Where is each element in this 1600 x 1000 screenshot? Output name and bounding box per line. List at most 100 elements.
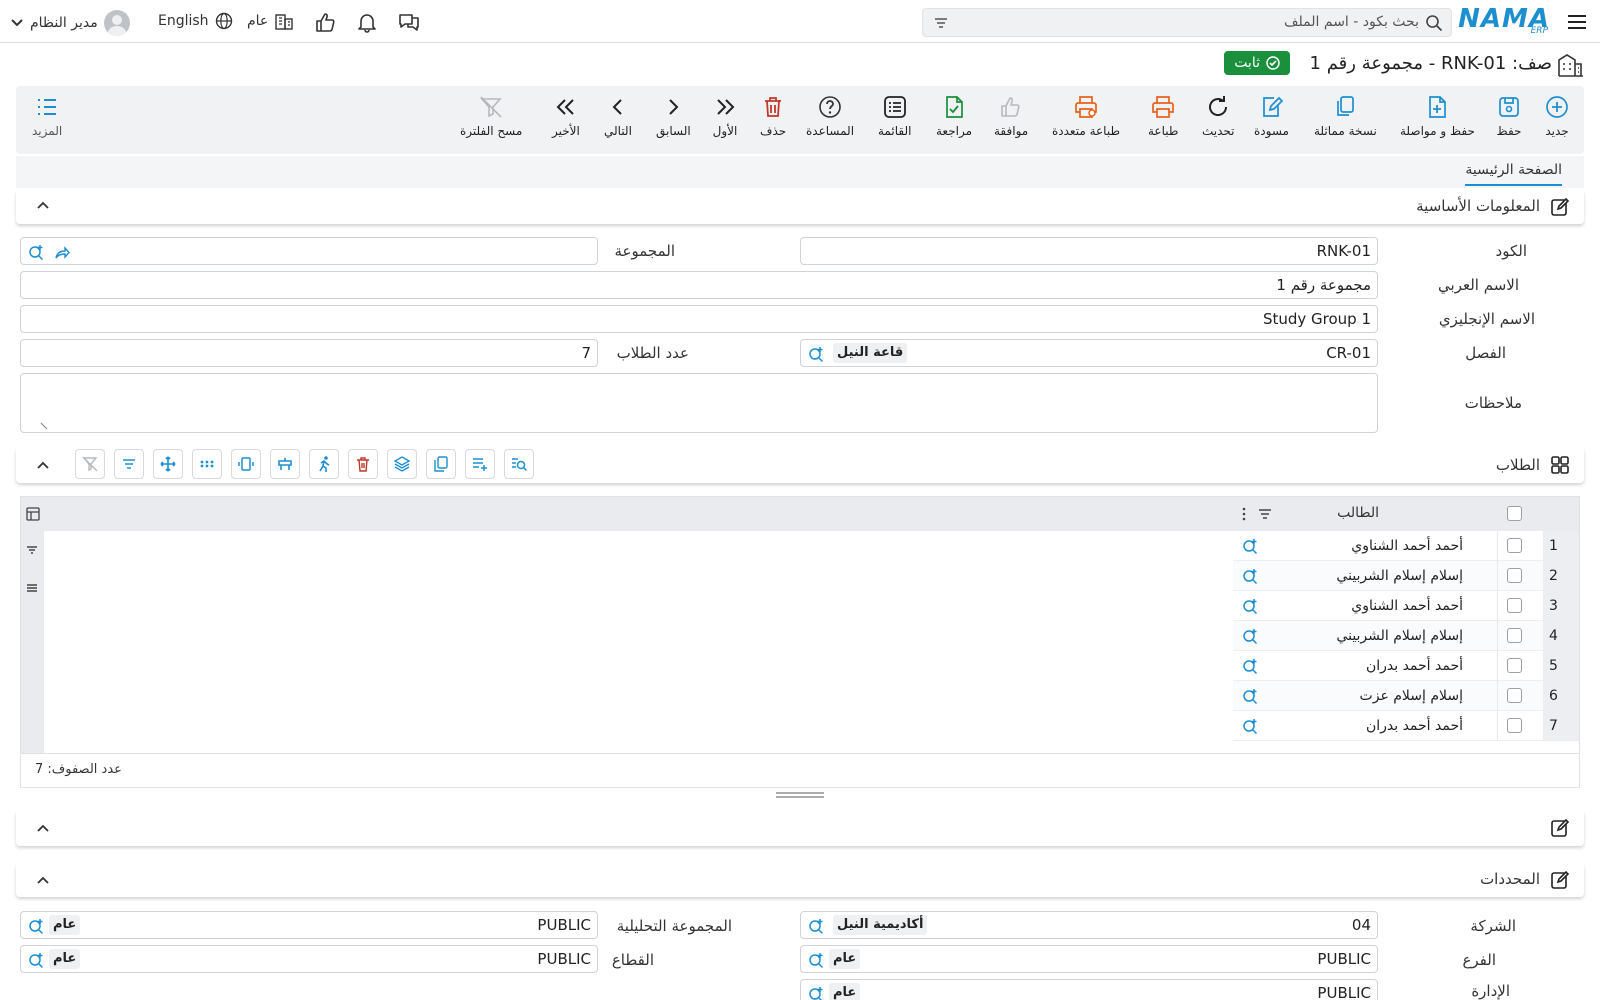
new-button[interactable]: جديد: [1544, 94, 1570, 138]
search-input[interactable]: بحث بكود - اسم الملف: [1284, 14, 1419, 30]
resize-handle-icon[interactable]: [39, 421, 49, 431]
hamburger-menu-icon[interactable]: [1566, 12, 1588, 36]
chevron-up-icon[interactable]: [36, 458, 50, 472]
search-plus-icon[interactable]: [1241, 687, 1259, 705]
row-checkbox[interactable]: [1507, 568, 1522, 583]
first-button[interactable]: الأول: [712, 94, 738, 138]
chat-icon[interactable]: [397, 11, 421, 37]
search-plus-icon[interactable]: [807, 345, 825, 363]
search-plus-icon[interactable]: [807, 951, 825, 969]
table-row[interactable]: إسلام إسلام عزت: [1233, 681, 1579, 711]
column-menu-icon[interactable]: [1241, 506, 1247, 522]
students-count-field[interactable]: 7: [20, 339, 598, 367]
copy-row-button[interactable]: [426, 449, 456, 479]
save-continue-button[interactable]: حفظ و مواصلة: [1400, 94, 1475, 138]
search-plus-icon[interactable]: [1241, 717, 1259, 735]
more-button[interactable]: المزيد: [32, 94, 62, 138]
fit-columns-button[interactable]: [231, 449, 261, 479]
search-plus-icon[interactable]: [1241, 537, 1259, 555]
search-row-button[interactable]: [504, 449, 534, 479]
filter-icon[interactable]: [933, 15, 949, 31]
chevron-up-icon[interactable]: [36, 821, 50, 835]
review-button[interactable]: مراجعة: [936, 94, 972, 138]
code-field[interactable]: RNK-01: [800, 237, 1378, 265]
refresh-button[interactable]: تحديث: [1202, 94, 1235, 138]
select-all-checkbox[interactable]: [1507, 506, 1522, 521]
branch-switch[interactable]: عام: [247, 12, 294, 30]
search-plus-icon[interactable]: [1241, 657, 1259, 675]
table-row[interactable]: إسلام إسلام الشربيني: [1233, 621, 1579, 651]
branch-field[interactable]: PUBLIC عام: [800, 945, 1378, 973]
class-field[interactable]: CR-01 قاعة النيل: [800, 339, 1378, 367]
next-button[interactable]: التالي: [604, 94, 632, 138]
previous-button[interactable]: السابق: [656, 94, 691, 138]
table-settings-icon[interactable]: [25, 506, 41, 522]
dots-grid-button[interactable]: [192, 449, 222, 479]
notes-textarea[interactable]: [20, 373, 1378, 433]
table-row[interactable]: إسلام إسلام الشربيني: [1233, 561, 1579, 591]
freeze-button[interactable]: [270, 449, 300, 479]
basic-info-header[interactable]: المعلومات الأساسية: [16, 190, 1584, 224]
list-button[interactable]: القائمة: [878, 94, 911, 138]
search-plus-icon[interactable]: [807, 985, 825, 1000]
table-row[interactable]: أحمد أحمد الشناوي: [1233, 591, 1579, 621]
row-checkbox[interactable]: [1507, 598, 1522, 613]
multi-print-button[interactable]: طباعة متعددة: [1052, 94, 1120, 138]
menu-lines-icon[interactable]: [25, 581, 39, 595]
share-arrow-icon[interactable]: [53, 243, 71, 261]
language-switch[interactable]: English: [158, 12, 233, 30]
clear-filter-button[interactable]: مسح الفلترة: [460, 94, 522, 138]
row-checkbox[interactable]: [1507, 538, 1522, 553]
row-checkbox[interactable]: [1507, 718, 1522, 733]
search-plus-icon[interactable]: [27, 917, 45, 935]
save-button[interactable]: حفظ: [1496, 94, 1522, 138]
add-row-button[interactable]: [465, 449, 495, 479]
filter-grid-button[interactable]: [114, 449, 144, 479]
user-menu[interactable]: مدير النظام: [10, 10, 130, 36]
english-name-field[interactable]: Study Group 1: [20, 305, 1378, 333]
student-name: أحمد أحمد الشناوي: [1351, 598, 1463, 614]
arabic-name-field[interactable]: مجموعة رقم 1: [20, 271, 1378, 299]
refresh-label: تحديث: [1202, 124, 1235, 138]
delete-button[interactable]: حذف: [760, 94, 786, 138]
clear-filter-grid-button[interactable]: [75, 449, 105, 479]
layers-button[interactable]: [387, 449, 417, 479]
last-button[interactable]: الأخير: [552, 94, 580, 138]
search-plus-icon[interactable]: [27, 951, 45, 969]
delete-row-button[interactable]: [348, 449, 378, 479]
search-plus-icon[interactable]: [27, 243, 45, 261]
row-checkbox[interactable]: [1507, 688, 1522, 703]
filter-icon[interactable]: [25, 543, 39, 557]
table-row[interactable]: أحمد أحمد بدران: [1233, 711, 1579, 741]
row-checkbox[interactable]: [1507, 628, 1522, 643]
draft-button[interactable]: مسودة: [1254, 94, 1289, 138]
table-row[interactable]: أحمد أحمد الشناوي: [1233, 531, 1579, 561]
chevron-up-icon[interactable]: [36, 873, 50, 887]
sector-field[interactable]: PUBLIC عام: [20, 945, 598, 973]
company-field[interactable]: 04 أكاديمية النيل: [800, 911, 1378, 939]
untitled-section-header[interactable]: [16, 810, 1584, 846]
search-plus-icon[interactable]: [807, 917, 825, 935]
column-filter-icon[interactable]: [1257, 506, 1273, 522]
chevron-up-icon[interactable]: [36, 198, 50, 212]
row-checkbox[interactable]: [1507, 658, 1522, 673]
group-field[interactable]: [20, 237, 598, 265]
dept-field[interactable]: PUBLIC عام: [800, 979, 1378, 1000]
run-button[interactable]: [309, 449, 339, 479]
approve-button[interactable]: موافقة: [994, 94, 1028, 138]
search-bar[interactable]: بحث بكود - اسم الملف: [922, 8, 1452, 37]
search-plus-icon[interactable]: [1241, 567, 1259, 585]
duplicate-button[interactable]: نسخة مماثلة: [1314, 94, 1377, 138]
move-button[interactable]: [153, 449, 183, 479]
table-row[interactable]: أحمد أحمد بدران: [1233, 651, 1579, 681]
analytic-group-field[interactable]: PUBLIC عام: [20, 911, 598, 939]
print-button[interactable]: طباعة: [1148, 94, 1178, 138]
determinants-header[interactable]: المحددات: [16, 863, 1584, 897]
tab-main-page[interactable]: الصفحة الرئيسية: [1465, 162, 1562, 186]
search-plus-icon[interactable]: [1241, 597, 1259, 615]
bell-icon[interactable]: [356, 11, 378, 37]
help-button[interactable]: المساعدة: [806, 94, 854, 138]
resize-splitter[interactable]: [776, 792, 824, 798]
like-icon[interactable]: [314, 11, 336, 37]
search-plus-icon[interactable]: [1241, 627, 1259, 645]
